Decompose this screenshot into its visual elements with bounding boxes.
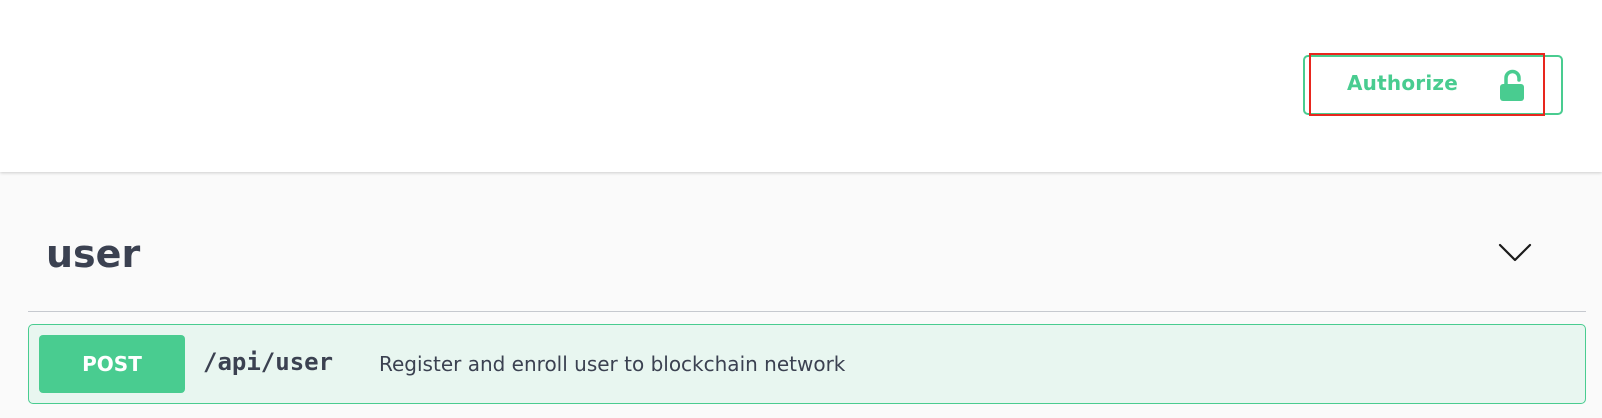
authorize-button[interactable]: Authorize [1303,55,1563,115]
top-bar: Authorize [0,0,1602,172]
operation-row-post-api-user[interactable]: POST /api/user Register and enroll user … [28,324,1586,404]
authorize-label: Authorize [1347,71,1458,95]
operation-summary: Register and enroll user to blockchain n… [379,352,846,376]
operation-path: /api/user [203,348,334,376]
chevron-down-icon[interactable] [1498,242,1532,264]
unlocked-padlock-icon [1500,69,1524,101]
api-content-area: user POST /api/user Register and enroll … [0,172,1602,418]
tag-section-header-user[interactable]: user [28,172,1586,312]
method-badge: POST [39,335,185,393]
tag-title: user [46,232,141,276]
